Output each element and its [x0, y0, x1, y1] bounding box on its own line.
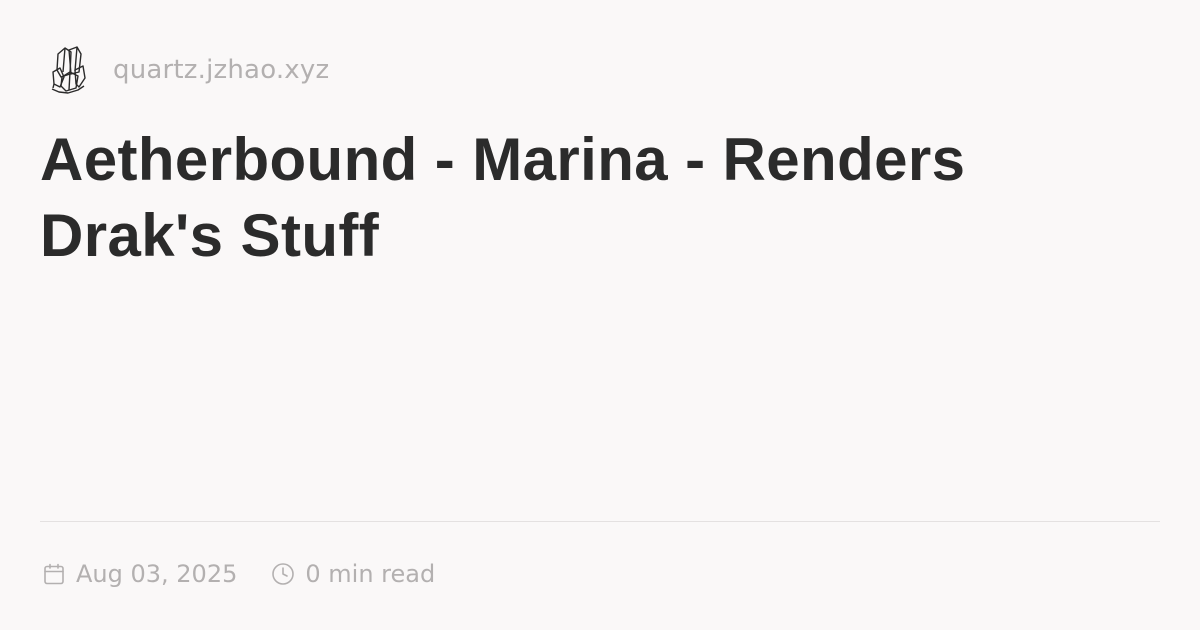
site-header: quartz.jzhao.xyz — [48, 42, 329, 98]
publish-date: Aug 03, 2025 — [76, 560, 238, 588]
site-domain[interactable]: quartz.jzhao.xyz — [113, 55, 329, 85]
reading-time-meta: 0 min read — [271, 560, 435, 588]
reading-time: 0 min read — [305, 560, 436, 588]
page-title: Aetherbound - Marina - Renders Drak's St… — [40, 126, 966, 269]
calendar-icon — [42, 562, 66, 586]
clock-icon — [271, 562, 295, 586]
crystal-logo[interactable] — [48, 44, 88, 96]
divider — [40, 521, 1160, 522]
page-meta: Aug 03, 2025 0 min read — [42, 556, 435, 592]
date-meta: Aug 03, 2025 — [42, 560, 237, 588]
